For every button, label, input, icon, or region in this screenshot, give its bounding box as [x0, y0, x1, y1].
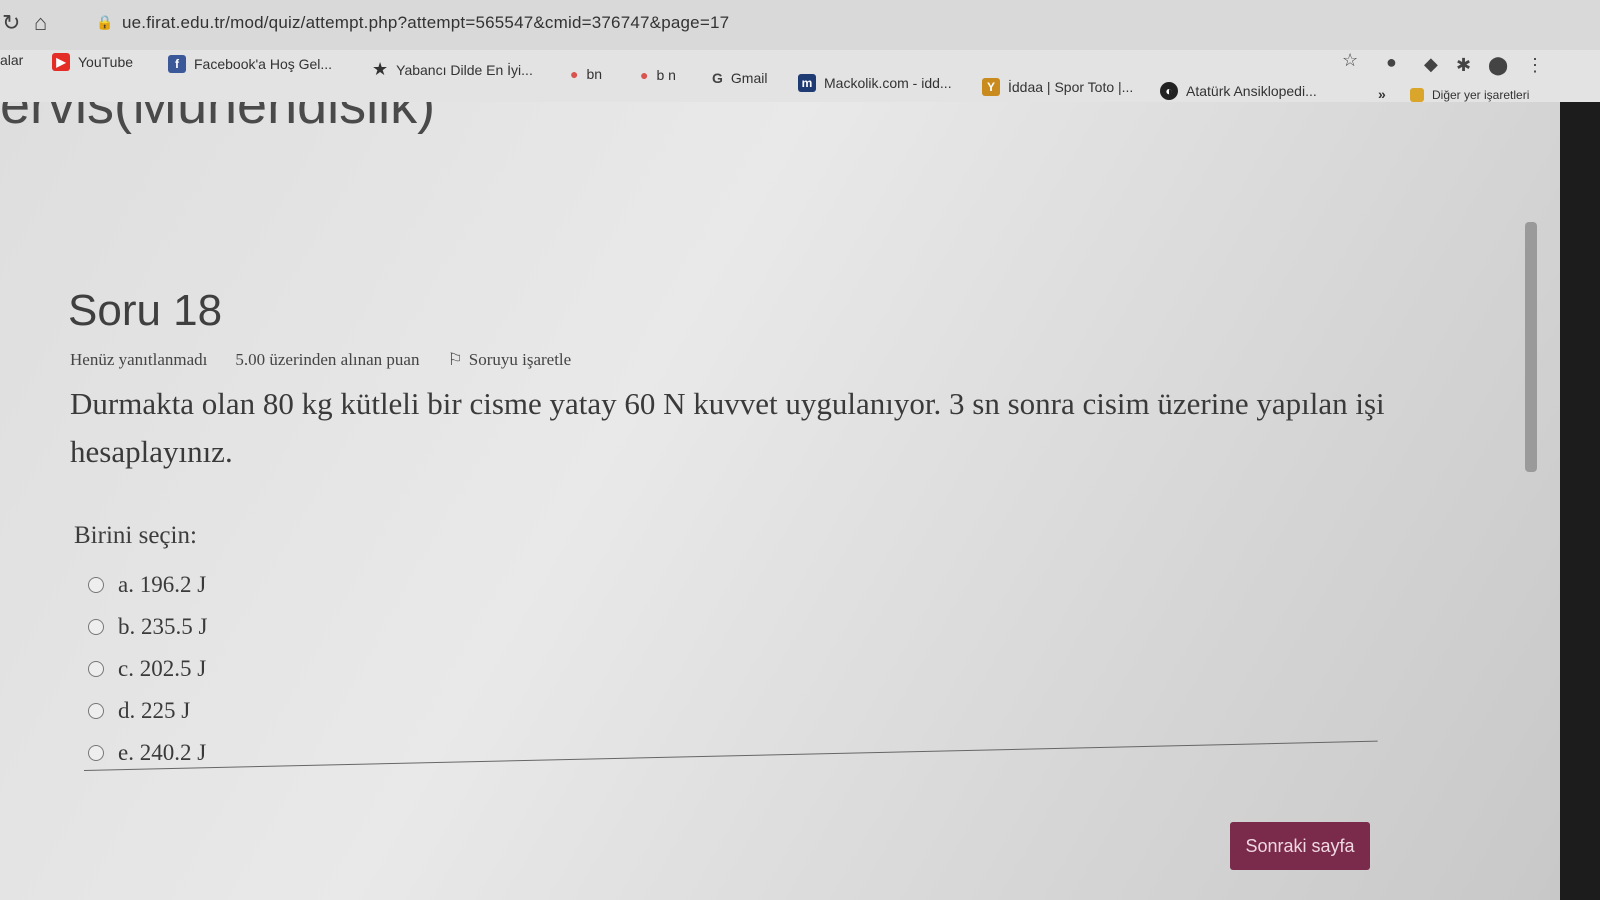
- address-bar[interactable]: ue.firat.edu.tr/mod/quiz/attempt.php?att…: [122, 13, 729, 33]
- next-page-button[interactable]: Sonraki sayfa: [1230, 822, 1370, 870]
- radio-button[interactable]: [88, 577, 104, 593]
- answer-label: b. 235.5 J: [118, 614, 208, 639]
- google-icon: G: [712, 70, 723, 86]
- radio-button[interactable]: [88, 703, 104, 719]
- radio-button[interactable]: [88, 745, 104, 761]
- more-bookmarks-button[interactable]: »: [1378, 86, 1386, 102]
- bookmark-label: b n: [656, 67, 676, 83]
- bookmark-label: Yabancı Dilde En İyi...: [396, 61, 533, 78]
- flag-icon: ⚐: [447, 350, 463, 369]
- bookmark-apps[interactable]: alar: [0, 52, 23, 68]
- course-title: ervis(Mühendislik): [0, 102, 436, 135]
- answer-label: e. 240.2 J: [118, 740, 207, 765]
- bookmark-b-n[interactable]: ● b n: [640, 67, 676, 83]
- home-icon[interactable]: ⌂: [34, 10, 47, 36]
- bookmark-label: YouTube: [78, 54, 134, 70]
- globe-icon: ◐: [1160, 82, 1178, 100]
- answer-prompt: Birini seçin:: [74, 522, 197, 549]
- answer-option-d[interactable]: d. 225 J: [88, 690, 207, 732]
- bookmark-bn[interactable]: ● bn: [570, 66, 602, 82]
- radio-button[interactable]: [88, 619, 104, 635]
- question-title: Soru 18: [68, 286, 223, 335]
- mackolik-icon: m: [798, 74, 816, 92]
- star-icon: ★: [372, 59, 389, 79]
- bookmark-facebook[interactable]: f Facebook'a Hoş Gel...: [168, 55, 332, 73]
- bookmark-label: Mackolik.com - idd...: [824, 75, 952, 91]
- answer-label: c. 202.5 J: [118, 656, 207, 681]
- chevron-double-icon: »: [1378, 86, 1386, 102]
- bookmark-label: İddaa | Spor Toto |...: [1008, 79, 1134, 95]
- question-points: 5.00 üzerinden alınan puan: [235, 350, 420, 369]
- answer-list: a. 196.2 J b. 235.5 J c. 202.5 J d. 225 …: [88, 564, 207, 774]
- facebook-icon: f: [168, 55, 186, 73]
- answer-option-a[interactable]: a. 196.2 J: [88, 564, 207, 606]
- answer-option-c[interactable]: c. 202.5 J: [88, 648, 207, 690]
- extension-icon[interactable]: ●: [1386, 52, 1397, 73]
- bookmark-icon: ●: [640, 67, 649, 83]
- folder-icon: [1410, 88, 1424, 102]
- menu-icon[interactable]: ⋮: [1526, 55, 1544, 76]
- bookmark-youtube[interactable]: ▶ YouTube: [52, 53, 133, 71]
- puzzle-icon[interactable]: ✱: [1456, 55, 1471, 76]
- bookmark-label: Gmail: [730, 70, 768, 86]
- question-status: Henüz yanıtlanmadı: [70, 350, 208, 369]
- browser-toolbar: ↻ ⌂ 🔒 ue.firat.edu.tr/mod/quiz/attempt.p…: [0, 0, 1600, 50]
- bookmark-icon: ●: [570, 66, 579, 82]
- bookmark-yabanci-dil[interactable]: ★ Yabancı Dilde En İyi...: [372, 59, 533, 80]
- bookmark-label: Diğer yer işaretleri: [1432, 88, 1530, 102]
- radio-button[interactable]: [88, 661, 104, 677]
- question-info: Henüz yanıtlanmadı 5.00 üzerinden alınan…: [70, 350, 571, 370]
- answer-option-b[interactable]: b. 235.5 J: [88, 606, 207, 648]
- question-text: Durmakta olan 80 kg kütleli bir cisme ya…: [70, 386, 1385, 469]
- reload-icon[interactable]: ↻: [2, 10, 20, 36]
- bookmarks-bar: alar ▶ YouTube f Facebook'a Hoş Gel... ★…: [0, 50, 1600, 102]
- lock-icon[interactable]: 🔒: [96, 14, 113, 31]
- flag-label: Soruyu işaretle: [468, 350, 572, 369]
- scrollbar-thumb[interactable]: [1525, 222, 1537, 472]
- answer-label: d. 225 J: [118, 698, 191, 723]
- bookmark-ataturk[interactable]: ◐ Atatürk Ansiklopedi...: [1160, 82, 1317, 100]
- bookmark-gmail[interactable]: G Gmail: [712, 70, 767, 86]
- iddaa-icon: Y: [982, 78, 1000, 96]
- answer-label: a. 196.2 J: [118, 572, 207, 597]
- bookmark-label: Atatürk Ansiklopedi...: [1186, 83, 1317, 99]
- bookmark-label: alar: [0, 52, 24, 68]
- flag-question-link[interactable]: ⚐ Soruyu işaretle: [447, 350, 571, 370]
- youtube-icon: ▶: [52, 53, 70, 71]
- avatar[interactable]: ⬤: [1488, 55, 1508, 76]
- bookmark-label: bn: [586, 66, 603, 82]
- divider: [83, 740, 1378, 771]
- bookmark-label: Facebook'a Hoş Gel...: [194, 56, 333, 72]
- bookmark-star-icon[interactable]: ☆: [1342, 50, 1358, 71]
- bookmark-mackolik[interactable]: m Mackolik.com - idd...: [798, 74, 952, 92]
- quiz-page: ervis(Mühendislik) Soru 18 Henüz yanıtla…: [0, 102, 1560, 900]
- other-bookmarks-folder[interactable]: Diğer yer işaretleri: [1410, 88, 1529, 102]
- extension-badge-icon[interactable]: ◆: [1424, 54, 1438, 75]
- page-edge: [1560, 102, 1600, 900]
- bookmark-iddaa[interactable]: Y İddaa | Spor Toto |...: [982, 78, 1133, 96]
